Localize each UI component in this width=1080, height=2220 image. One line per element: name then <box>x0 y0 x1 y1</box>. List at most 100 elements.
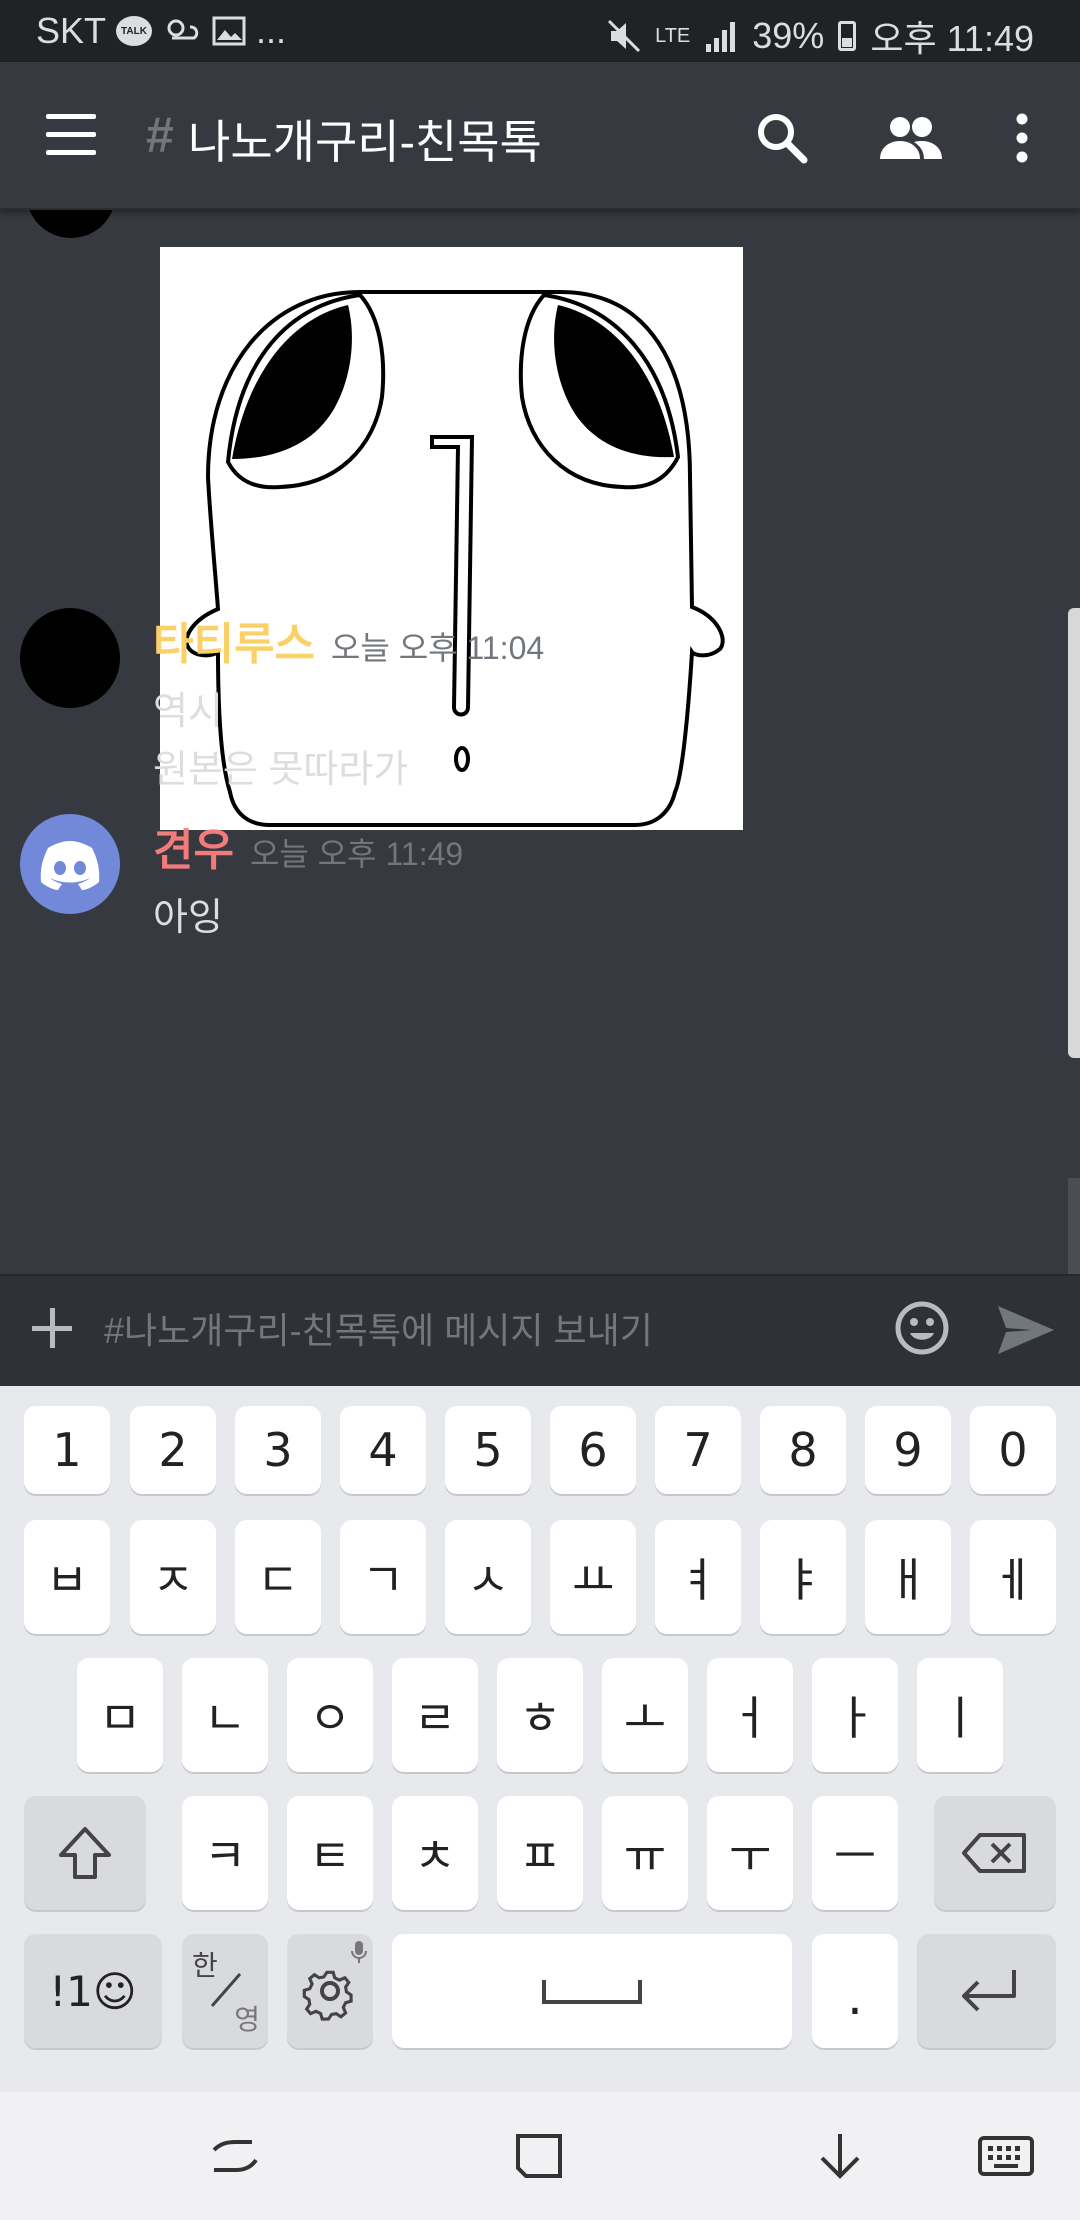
author-name[interactable]: 타티루스 <box>153 620 315 669</box>
carrier-label: SKT <box>36 10 107 51</box>
shift-key[interactable] <box>24 1796 146 1910</box>
soft-keyboard: 1 2 3 4 5 6 7 8 9 0 ㅂ ㅈ ㄷ ㄱ ㅅ ㅛ ㅕ ㅑ ㅐ ㅔ … <box>0 1386 1080 2092</box>
mic-icon <box>351 1941 367 1963</box>
period-key[interactable]: . <box>812 1934 898 2048</box>
key-3[interactable]: 3 <box>235 1406 321 1494</box>
key-jamo[interactable]: ㅋ <box>182 1796 268 1910</box>
channel-header: # 나노개구리-친목톡 <box>0 62 1080 210</box>
settings-key[interactable] <box>287 1934 373 2048</box>
key-jamo[interactable]: ㅕ <box>655 1520 741 1634</box>
enter-key[interactable] <box>917 1934 1056 2048</box>
battery-percent: 39% <box>752 15 825 56</box>
gallery-icon <box>212 16 246 46</box>
key-jamo[interactable]: ㅡ <box>812 1796 898 1910</box>
key-4[interactable]: 4 <box>340 1406 426 1494</box>
battery-icon <box>838 21 857 51</box>
language-switch-key[interactable]: 한 영 <box>182 1934 268 2048</box>
message-text[interactable]: 원본은 못따라가 <box>153 738 408 793</box>
more-notifications: ... <box>256 10 287 51</box>
message-header: 견우 오늘 오후 11:49 <box>153 814 463 878</box>
key-1[interactable]: 1 <box>24 1406 110 1494</box>
discord-logo-icon <box>40 841 100 890</box>
recents-icon[interactable] <box>206 2128 266 2184</box>
scrollbar[interactable] <box>1068 608 1080 1058</box>
gear-icon <box>302 1970 353 2021</box>
avatar[interactable] <box>20 608 120 708</box>
key-jamo[interactable]: ㅅ <box>445 1520 531 1634</box>
scrollbar-track <box>1068 1178 1080 1274</box>
add-attachment-icon[interactable] <box>30 1306 74 1350</box>
search-icon[interactable] <box>750 106 814 170</box>
menu-icon[interactable] <box>44 114 100 158</box>
status-right: LTE 39% 오후 11:49 <box>607 10 1034 62</box>
key-jamo[interactable]: ㅣ <box>917 1658 1003 1772</box>
members-icon[interactable] <box>878 106 942 170</box>
message-list[interactable]: 타티루스 오늘 오후 11:04 역시 원본은 못따라가 견우 오늘 오후 11:4… <box>0 210 1080 1274</box>
status-bar: SKT TALK ... LTE 39% 오후 11:49 <box>0 0 1080 62</box>
key-jamo[interactable]: ㅂ <box>24 1520 110 1634</box>
backspace-key[interactable] <box>934 1796 1056 1910</box>
kakaotalk-icon: TALK <box>116 16 153 46</box>
key-jamo[interactable]: ㄴ <box>182 1658 268 1772</box>
key-jamo[interactable]: ㅐ <box>865 1520 951 1634</box>
channel-title: 나노개구리-친목톡 <box>188 116 542 168</box>
avatar[interactable] <box>26 210 116 238</box>
keyboard-icon[interactable] <box>976 2128 1036 2184</box>
home-icon[interactable] <box>508 2128 568 2184</box>
key-jamo[interactable]: ㄱ <box>340 1520 426 1634</box>
key-8[interactable]: 8 <box>760 1406 846 1494</box>
lang-english-label: 영 <box>234 2003 260 2036</box>
key-0[interactable]: 0 <box>970 1406 1056 1494</box>
key-jamo[interactable]: ㅜ <box>707 1796 793 1910</box>
key-jamo[interactable]: ㅊ <box>392 1796 478 1910</box>
key-jamo[interactable]: ㅏ <box>812 1658 898 1772</box>
key-jamo[interactable]: ㅈ <box>130 1520 216 1634</box>
enter-icon <box>961 1970 1016 2012</box>
message-text[interactable]: 아잉 <box>153 886 223 941</box>
status-left: SKT TALK ... <box>36 10 286 52</box>
emoji-icon[interactable] <box>894 1300 950 1356</box>
key-jamo[interactable]: ㄷ <box>235 1520 321 1634</box>
signal-icon <box>704 20 738 52</box>
more-vert-icon[interactable] <box>990 106 1054 170</box>
message-text[interactable]: 역시 <box>153 680 223 735</box>
key-jamo[interactable]: ㅁ <box>77 1658 163 1772</box>
key-jamo[interactable]: ㅛ <box>550 1520 636 1634</box>
mute-icon <box>607 19 641 53</box>
channel-hash-icon: # <box>146 107 174 163</box>
key-jamo[interactable]: ㅗ <box>602 1658 688 1772</box>
key-5[interactable]: 5 <box>445 1406 531 1494</box>
clock: 오후 11:49 <box>870 18 1034 59</box>
key-jamo[interactable]: ㄹ <box>392 1658 478 1772</box>
key-jamo[interactable]: ㅍ <box>497 1796 583 1910</box>
author-name[interactable]: 견우 <box>153 826 234 875</box>
key-9[interactable]: 9 <box>865 1406 951 1494</box>
key-6[interactable]: 6 <box>550 1406 636 1494</box>
hide-keyboard-icon[interactable] <box>810 2128 870 2184</box>
space-icon <box>542 1980 642 2004</box>
backspace-icon <box>962 1833 1026 1873</box>
message-timestamp: 오늘 오후 11:49 <box>249 836 464 872</box>
key-2[interactable]: 2 <box>130 1406 216 1494</box>
key-jamo[interactable]: ㅓ <box>707 1658 793 1772</box>
space-key[interactable] <box>392 1934 792 2048</box>
key-jamo[interactable]: ㅌ <box>287 1796 373 1910</box>
key-7[interactable]: 7 <box>655 1406 741 1494</box>
message-composer <box>0 1274 1080 1386</box>
send-icon[interactable] <box>996 1302 1056 1358</box>
message-header: 타티루스 오늘 오후 11:04 <box>153 608 544 672</box>
message-timestamp: 오늘 오후 11:04 <box>330 630 545 666</box>
system-nav-bar <box>0 2092 1080 2220</box>
weather-icon <box>162 14 202 48</box>
avatar[interactable] <box>20 814 120 914</box>
shift-icon <box>59 1827 111 1879</box>
key-jamo[interactable]: ㅎ <box>497 1658 583 1772</box>
key-jamo[interactable]: ㅇ <box>287 1658 373 1772</box>
key-jamo[interactable]: ㅑ <box>760 1520 846 1634</box>
symbols-key[interactable]: !1☺ <box>24 1934 162 2048</box>
key-jamo[interactable]: ㅔ <box>970 1520 1056 1634</box>
key-jamo[interactable]: ㅠ <box>602 1796 688 1910</box>
network-type: LTE <box>655 25 691 47</box>
app-screen: SKT TALK ... LTE 39% 오후 11:49 # 나노개구리-친목… <box>0 0 1080 2220</box>
message-input[interactable] <box>104 1298 864 1364</box>
